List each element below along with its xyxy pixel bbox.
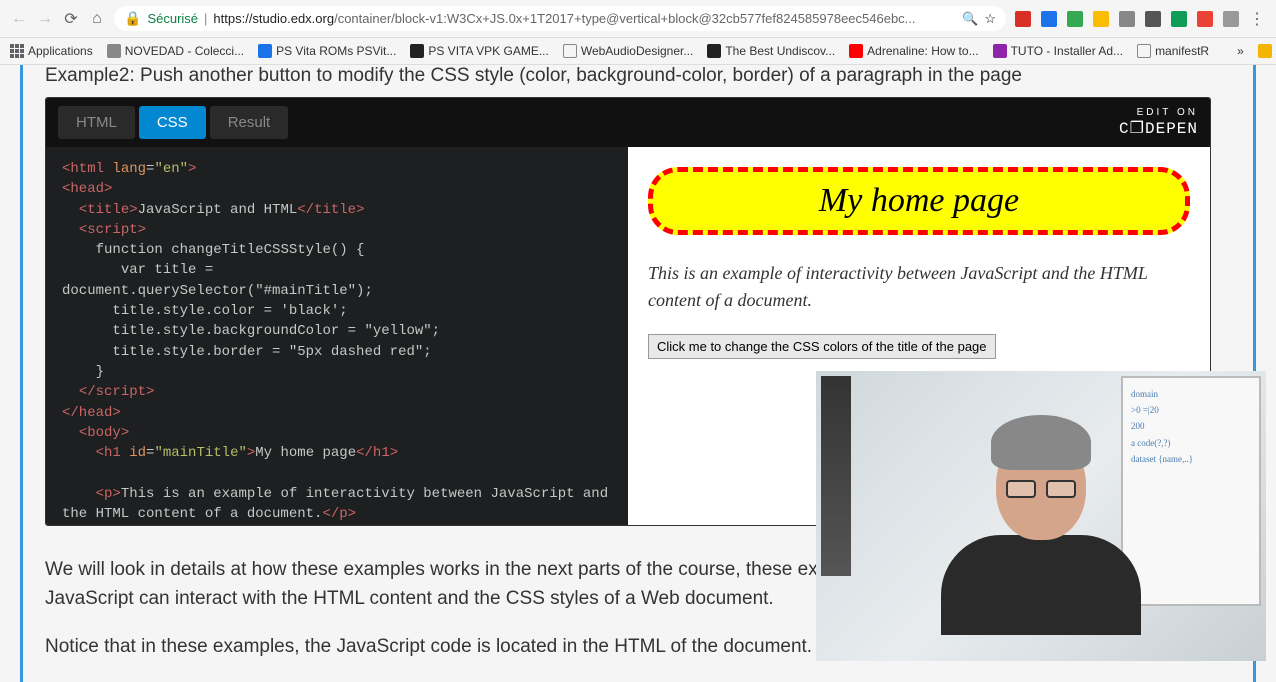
result-button[interactable]: Click me to change the CSS colors of the… (648, 334, 996, 359)
ext-icon-6[interactable] (1144, 10, 1162, 28)
apps-label: Applications (28, 44, 93, 58)
apps-icon (10, 44, 24, 58)
lock-icon: 🔒 (124, 10, 141, 27)
tab-result[interactable]: Result (210, 106, 289, 139)
ext-icon-9[interactable] (1222, 10, 1240, 28)
url-bar[interactable]: 🔒 Sécurisé | https://studio.edx.org/cont… (114, 6, 1006, 31)
star-icon[interactable]: ☆ (984, 11, 996, 27)
other-bookmarks[interactable]: Autres favori (1258, 44, 1276, 58)
ext-icon-7[interactable] (1170, 10, 1188, 28)
video-overlay[interactable]: domain >0 =|20 200 a code(?,?) dataset {… (816, 371, 1266, 661)
code-panel[interactable]: <html lang="en"> <head> <title>JavaScrip… (46, 147, 628, 525)
bookmark-item[interactable]: PS Vita ROMs PSVit... (258, 44, 396, 58)
ext-icon-4[interactable] (1092, 10, 1110, 28)
bookmark-item[interactable]: Adrenaline: How to... (849, 44, 978, 58)
bookmark-item[interactable]: NOVEDAD - Colecci... (107, 44, 244, 58)
home-icon[interactable]: ⌂ (88, 10, 106, 28)
secure-label: Sécurisé (147, 11, 198, 26)
forward-icon[interactable]: → (36, 10, 54, 28)
ext-icon-5[interactable] (1118, 10, 1136, 28)
apps-button[interactable]: Applications (10, 44, 93, 58)
ext-icon-2[interactable] (1040, 10, 1058, 28)
ext-icon-8[interactable] (1196, 10, 1214, 28)
bookmarks-bar: Applications NOVEDAD - Colecci... PS Vit… (0, 37, 1276, 64)
result-paragraph: This is an example of interactivity betw… (648, 260, 1190, 314)
codepen-logo[interactable]: EDIT ON C❐DEPEN (1119, 107, 1198, 138)
url-text: https://studio.edx.org/container/block-v… (213, 11, 956, 26)
back-icon[interactable]: ← (10, 10, 28, 28)
ext-icon-1[interactable] (1014, 10, 1032, 28)
video-presenter (929, 400, 1154, 661)
bookmark-item[interactable]: PS VITA VPK GAME... (410, 44, 548, 58)
reload-icon[interactable]: ⟳ (62, 10, 80, 28)
example-title: Example2: Push another button to modify … (45, 65, 1211, 87)
ext-icon-3[interactable] (1066, 10, 1084, 28)
bookmark-item[interactable]: manifestR (1137, 44, 1209, 58)
zoom-icon[interactable]: 🔍 (962, 11, 978, 27)
menu-icon[interactable]: ⋮ (1248, 10, 1266, 28)
codepen-tabs: HTML CSS Result (58, 106, 288, 139)
browser-chrome: ← → ⟳ ⌂ 🔒 Sécurisé | https://studio.edx.… (0, 0, 1276, 65)
tab-css[interactable]: CSS (139, 106, 206, 139)
bookmarks-overflow[interactable]: » (1237, 44, 1244, 58)
codepen-header: HTML CSS Result EDIT ON C❐DEPEN (46, 98, 1210, 147)
nav-bar: ← → ⟳ ⌂ 🔒 Sécurisé | https://studio.edx.… (0, 0, 1276, 37)
tab-html[interactable]: HTML (58, 106, 135, 139)
result-title: My home page (648, 167, 1190, 235)
bookmark-item[interactable]: The Best Undiscov... (707, 44, 835, 58)
bookmark-item[interactable]: TUTO - Installer Ad... (993, 44, 1123, 58)
bookmark-item[interactable]: WebAudioDesigner... (563, 44, 694, 58)
